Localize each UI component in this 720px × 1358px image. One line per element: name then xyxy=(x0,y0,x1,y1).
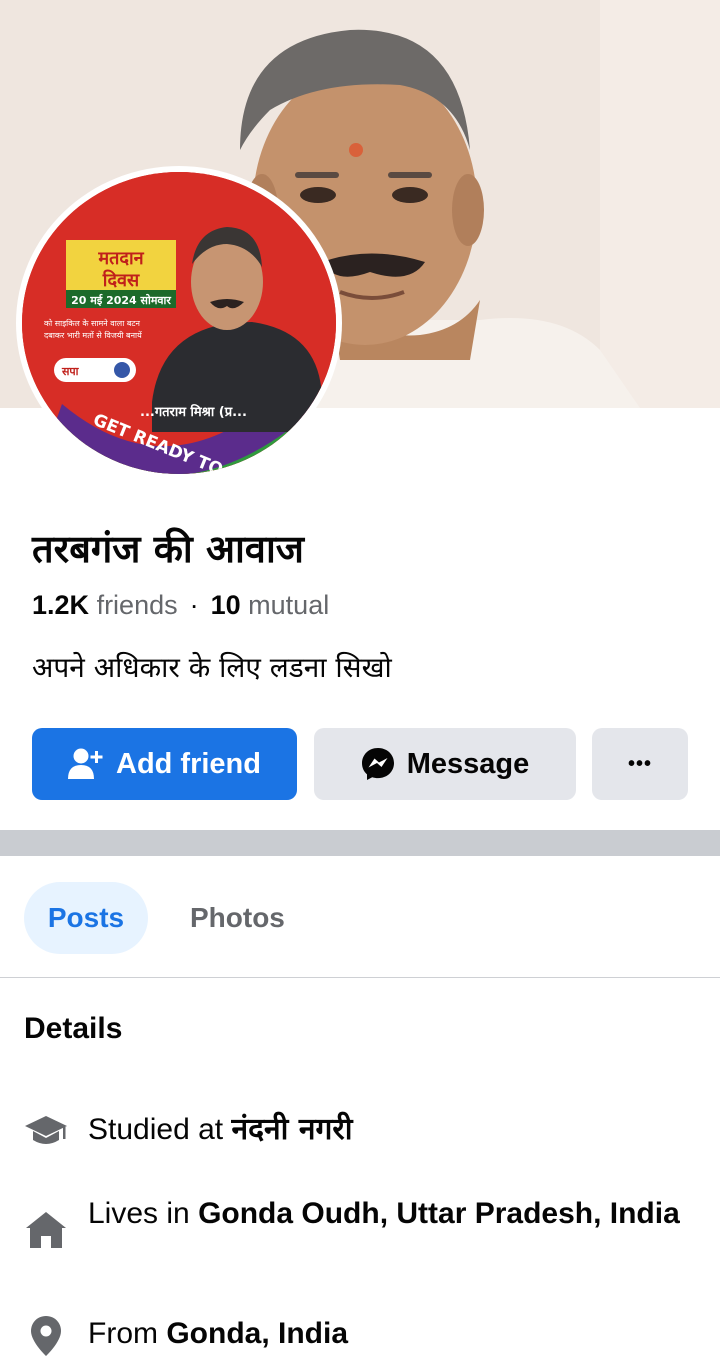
add-friend-label: Add friend xyxy=(116,747,261,780)
tab-posts[interactable]: Posts xyxy=(24,882,148,954)
lives-value[interactable]: Gonda Oudh, Uttar Pradesh, India xyxy=(198,1197,680,1230)
separator-dot: · xyxy=(189,590,199,620)
messenger-icon xyxy=(361,747,395,781)
section-divider xyxy=(0,830,720,856)
detail-hometown: From Gonda, India xyxy=(24,1314,704,1358)
mutual-count: 10 xyxy=(210,590,241,620)
tabs-divider xyxy=(0,977,720,978)
location-pin-icon xyxy=(31,1316,61,1356)
friends-count: 1.2K xyxy=(32,590,90,620)
detail-education: Studied at नंदनी नगरी xyxy=(24,1110,704,1154)
message-button[interactable]: Message xyxy=(314,728,576,800)
svg-text:दिवस: दिवस xyxy=(102,269,140,291)
add-friend-button[interactable]: Add friend xyxy=(32,728,297,800)
svg-text:को साइकिल के सामने वाला बटन: को साइकिल के सामने वाला बटन xyxy=(44,318,140,328)
profile-tabs: Posts Photos xyxy=(0,856,720,978)
svg-text:20 मई 2024 सोमवार: 20 मई 2024 सोमवार xyxy=(71,293,171,307)
details-heading: Details xyxy=(24,1012,123,1045)
tab-photos[interactable]: Photos xyxy=(190,882,285,954)
from-prefix: From xyxy=(88,1317,158,1350)
home-icon xyxy=(26,1212,66,1248)
svg-text:दबाकर भारी मतों से विजयी बनाये: दबाकर भारी मतों से विजयी बनायें xyxy=(44,330,142,340)
friends-summary[interactable]: 1.2K friends · 10 mutual xyxy=(32,590,329,621)
svg-text:मतदान: मतदान xyxy=(97,248,144,269)
studied-prefix: Studied at xyxy=(88,1113,224,1146)
profile-name: तरबगंज की आवाज xyxy=(32,527,304,571)
from-value[interactable]: Gonda, India xyxy=(166,1317,348,1350)
studied-value[interactable]: नंदनी नगरी xyxy=(231,1112,352,1147)
mutual-label: mutual xyxy=(248,590,330,620)
avatar-image: GET READY TO VOTE! मतदान दिवस 20 मई 2024… xyxy=(22,172,336,474)
more-options-button[interactable]: ••• xyxy=(592,728,688,800)
profile-bio: अपने अधिकार के लिए लडना सिखो xyxy=(32,651,392,684)
svg-text:सपा: सपा xyxy=(61,365,80,378)
add-person-icon xyxy=(68,747,104,781)
detail-residence: Lives in Gonda Oudh, Uttar Pradesh, Indi… xyxy=(24,1194,704,1252)
friends-label: friends xyxy=(96,590,178,620)
more-dots-icon: ••• xyxy=(627,752,652,775)
profile-avatar[interactable]: GET READY TO VOTE! मतदान दिवस 20 मई 2024… xyxy=(16,166,342,480)
lives-prefix: Lives in xyxy=(88,1197,190,1230)
message-label: Message xyxy=(406,747,530,780)
svg-text:...गतराम मिश्रा (प्र...: ...गतराम मिश्रा (प्र... xyxy=(140,404,247,420)
graduation-cap-icon xyxy=(25,1116,67,1144)
